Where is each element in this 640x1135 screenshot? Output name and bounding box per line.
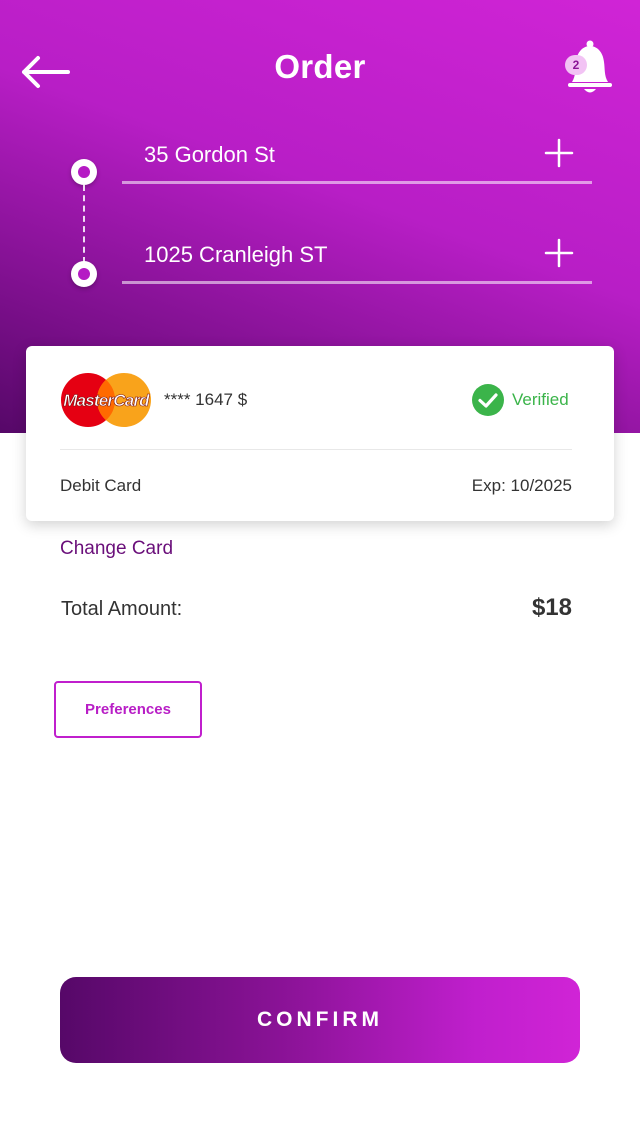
mastercard-logo: MasterCard <box>61 373 151 427</box>
add-origin-button[interactable] <box>544 138 574 168</box>
origin-dot-icon <box>71 159 97 185</box>
card-divider <box>60 449 572 450</box>
card-type: Debit Card <box>60 476 142 495</box>
svg-text:MasterCard: MasterCard <box>63 391 150 410</box>
preferences-button[interactable]: Preferences <box>54 681 202 738</box>
change-card-link[interactable]: Change Card <box>60 538 173 560</box>
route-connector <box>83 185 85 263</box>
add-destination-button[interactable] <box>544 238 574 268</box>
card-expiry: Exp: 10/2025 <box>471 476 572 495</box>
destination-dot-icon <box>71 261 97 287</box>
page-title: Order <box>274 48 366 85</box>
notification-badge: 2 <box>565 55 587 75</box>
plus-icon <box>544 138 574 168</box>
origin-address: 35 Gordon St <box>144 142 275 167</box>
total-amount-value: $18 <box>531 594 572 621</box>
origin-address-row[interactable]: 35 Gordon St <box>122 134 592 184</box>
destination-address: 1025 Cranleigh ST <box>144 242 328 267</box>
payment-card: MasterCard **** 1647 $ Verified Debit Ca… <box>26 346 614 521</box>
card-number: **** 1647 $ <box>164 390 248 409</box>
confirm-button[interactable]: CONFIRM <box>60 977 580 1063</box>
check-circle-icon <box>472 384 504 416</box>
verified-status: Verified <box>512 390 569 409</box>
plus-icon <box>544 238 574 268</box>
total-amount-label: Total Amount: <box>61 598 183 620</box>
destination-address-row[interactable]: 1025 Cranleigh ST <box>122 234 592 284</box>
